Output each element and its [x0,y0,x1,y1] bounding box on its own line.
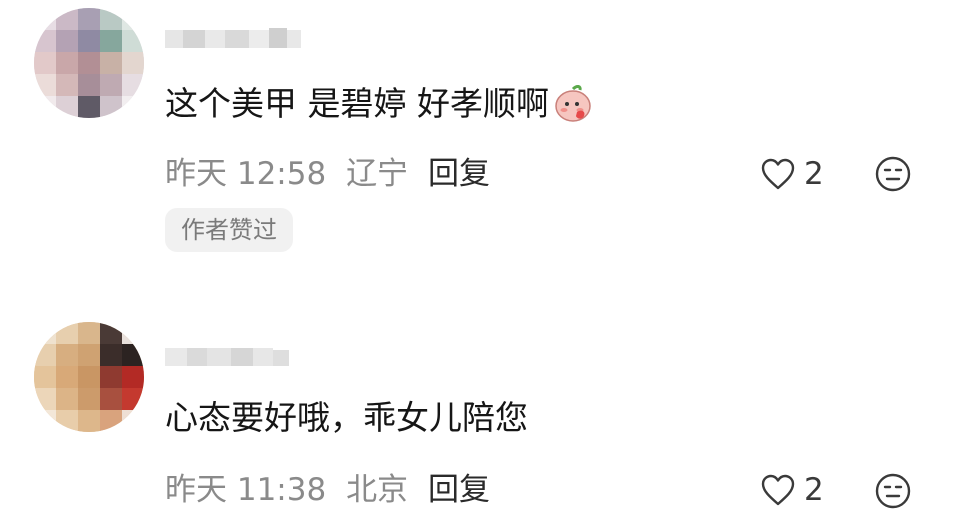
comment-text: 心态要好哦，乖女儿陪您 [165,398,528,438]
dislike-button[interactable] [874,472,912,510]
comment-time: 昨天 12:58 [165,156,327,192]
comment-meta: 昨天 12:58 辽宁 [165,156,408,192]
reply-button[interactable]: 回复 [428,472,490,508]
comment-meta: 昨天 11:38 北京 [165,472,408,508]
meh-face-icon [875,473,911,509]
comment-location: 北京 [346,472,409,508]
heart-outline-icon [761,474,795,506]
username-blurred[interactable] [165,342,305,372]
dislike-button[interactable] [874,155,912,193]
author-liked-badge: 作者赞过 [165,208,293,252]
avatar-image [34,8,144,118]
username-placeholder [165,348,289,366]
username-blurred[interactable] [165,24,305,54]
heart-outline-icon [761,158,795,190]
reply-button[interactable]: 回复 [428,156,490,192]
like-button[interactable]: 2 [760,154,824,194]
comment-location: 辽宁 [346,156,409,192]
like-count: 2 [804,472,824,508]
like-button[interactable]: 2 [760,470,824,510]
comment-time: 昨天 11:38 [165,472,327,508]
avatar-image [34,322,144,432]
username-placeholder [165,28,301,48]
avatar[interactable] [34,322,144,432]
comment-text: 这个美甲 是碧婷 好孝顺啊 [165,83,593,132]
comment-text-content: 心态要好哦，乖女儿陪您 [165,398,528,437]
shy-peach-emoji-icon [553,83,593,132]
like-count: 2 [804,156,824,192]
avatar[interactable] [34,8,144,118]
comment-text-content: 这个美甲 是碧婷 好孝顺啊 [165,84,549,123]
meh-face-icon [875,156,911,192]
